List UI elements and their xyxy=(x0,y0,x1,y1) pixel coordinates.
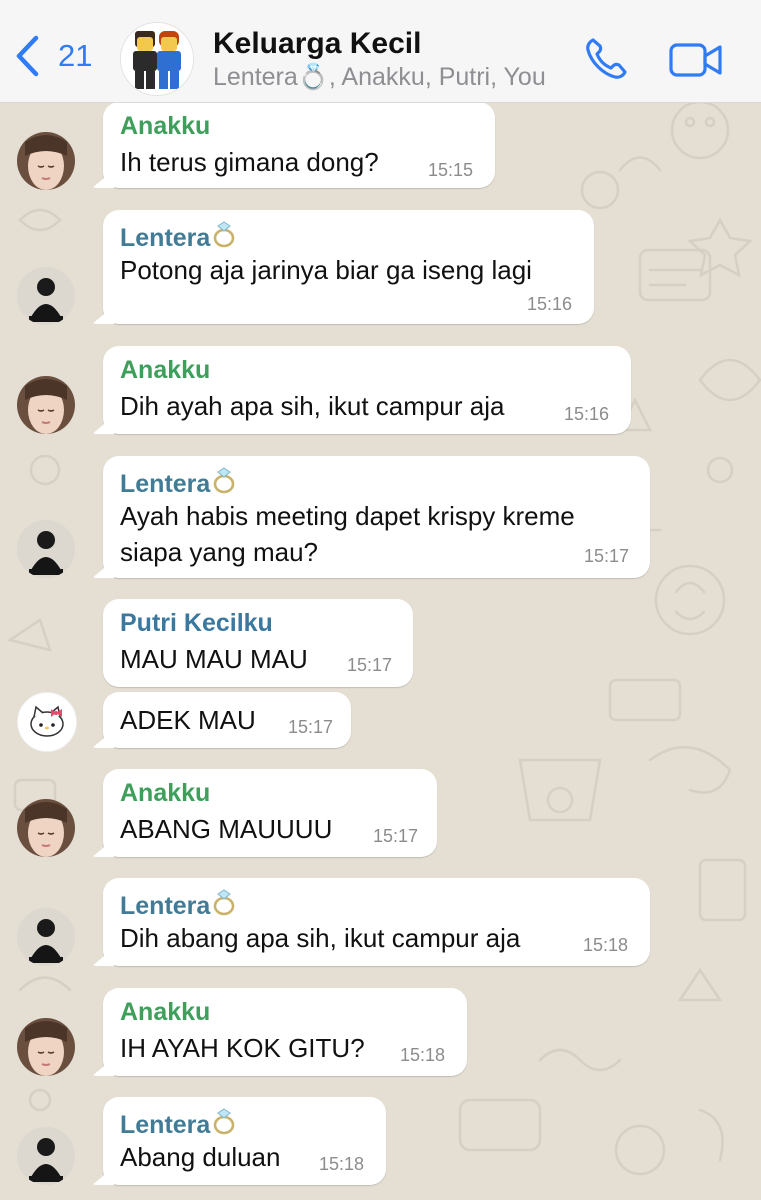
message-bubble[interactable]: Lentera Potong aja jarinya biar ga iseng… xyxy=(103,210,594,324)
message-time: 15:18 xyxy=(319,1154,365,1174)
ring-icon xyxy=(212,220,238,248)
message-bubble[interactable]: Lentera Abang duluan 15:18 xyxy=(103,1097,386,1185)
sender-avatar[interactable] xyxy=(17,520,75,578)
message-text: Potong aja jarinya biar ga iseng lagi xyxy=(120,255,532,285)
message-text-line: Ayah habis meeting dapet krispy kreme xyxy=(120,501,575,531)
sender-name: Lentera xyxy=(120,1107,238,1140)
sender-avatar[interactable] xyxy=(17,908,75,966)
sender-name: Anakku xyxy=(120,998,211,1026)
message-time: 15:17 xyxy=(347,655,393,675)
back-button[interactable]: 21 xyxy=(14,34,92,78)
message-time: 15:15 xyxy=(428,160,474,180)
message-text: MAU MAU MAU xyxy=(120,644,308,674)
video-camera-icon xyxy=(669,43,722,77)
message-text: Abang duluan xyxy=(120,1142,281,1172)
message-time: 15:17 xyxy=(288,717,334,737)
message-bubble[interactable]: Anakku Dih ayah apa sih, ikut campur aja… xyxy=(103,346,631,434)
message-bubble[interactable]: Anakku IH AYAH KOK GITU? 15:18 xyxy=(103,988,467,1076)
message-time: 15:17 xyxy=(584,546,630,566)
message-text: IH AYAH KOK GITU? xyxy=(120,1033,365,1063)
sender-name: Anakku xyxy=(120,779,211,807)
message-time: 15:18 xyxy=(400,1045,446,1065)
message-time: 15:16 xyxy=(564,404,610,424)
message-bubble[interactable]: Anakku ABANG MAUUUU 15:17 xyxy=(103,769,437,857)
group-members[interactable]: Lentera💍, Anakku, Putri, You xyxy=(213,63,546,92)
message-bubble[interactable]: Lentera Dih abang apa sih, ikut campur a… xyxy=(103,878,650,966)
sender-avatar[interactable] xyxy=(17,1018,75,1076)
lego-figures-image xyxy=(121,23,193,95)
message-bubble[interactable]: ADEK MAU 15:17 xyxy=(103,692,351,748)
message-text: Ih terus gimana dong? xyxy=(120,147,379,177)
sender-avatar[interactable] xyxy=(17,799,75,857)
video-call-button[interactable] xyxy=(668,40,724,80)
message-text: Dih ayah apa sih, ikut campur aja xyxy=(120,391,505,421)
message-text-line: siapa yang mau? xyxy=(120,537,319,567)
phone-icon xyxy=(586,38,627,79)
ring-icon xyxy=(212,466,238,494)
message-text: Dih abang apa sih, ikut campur aja xyxy=(120,923,521,953)
sender-name: Lentera xyxy=(120,466,238,499)
ring-icon xyxy=(212,888,238,916)
sender-name: Anakku xyxy=(120,112,211,140)
sender-avatar[interactable] xyxy=(17,132,75,190)
sender-name: Anakku xyxy=(120,356,211,384)
ring-icon xyxy=(212,1107,238,1135)
message-bubble[interactable]: Lentera Ayah habis meeting dapet krispy … xyxy=(103,456,650,578)
sender-avatar[interactable] xyxy=(17,376,75,434)
sender-avatar[interactable] xyxy=(17,1127,75,1185)
message-time: 15:18 xyxy=(583,935,629,955)
message-time: 15:17 xyxy=(373,826,419,846)
message-text: ABANG MAUUUU xyxy=(120,814,333,844)
message-text: ADEK MAU xyxy=(120,705,256,735)
message-bubble[interactable]: Putri Kecilku MAU MAU MAU 15:17 xyxy=(103,599,413,687)
sender-avatar[interactable] xyxy=(17,267,75,325)
sender-name: Lentera xyxy=(120,220,238,253)
chat-header: 21 Keluarga Kecil Lentera💍, Anakku, Putr… xyxy=(0,0,761,103)
chevron-left-icon xyxy=(16,35,39,77)
sender-avatar[interactable] xyxy=(17,692,77,752)
message-bubble[interactable]: Anakku Ih terus gimana dong? 15:15 xyxy=(103,102,495,188)
voice-call-button[interactable] xyxy=(583,36,629,82)
sender-name: Lentera xyxy=(120,888,238,921)
sender-name: Putri Kecilku xyxy=(120,609,273,637)
hello-kitty-icon xyxy=(18,693,76,751)
group-title[interactable]: Keluarga Kecil xyxy=(213,27,421,61)
unread-count: 21 xyxy=(58,38,93,73)
group-avatar[interactable] xyxy=(120,22,194,96)
message-time: 15:16 xyxy=(527,294,573,314)
